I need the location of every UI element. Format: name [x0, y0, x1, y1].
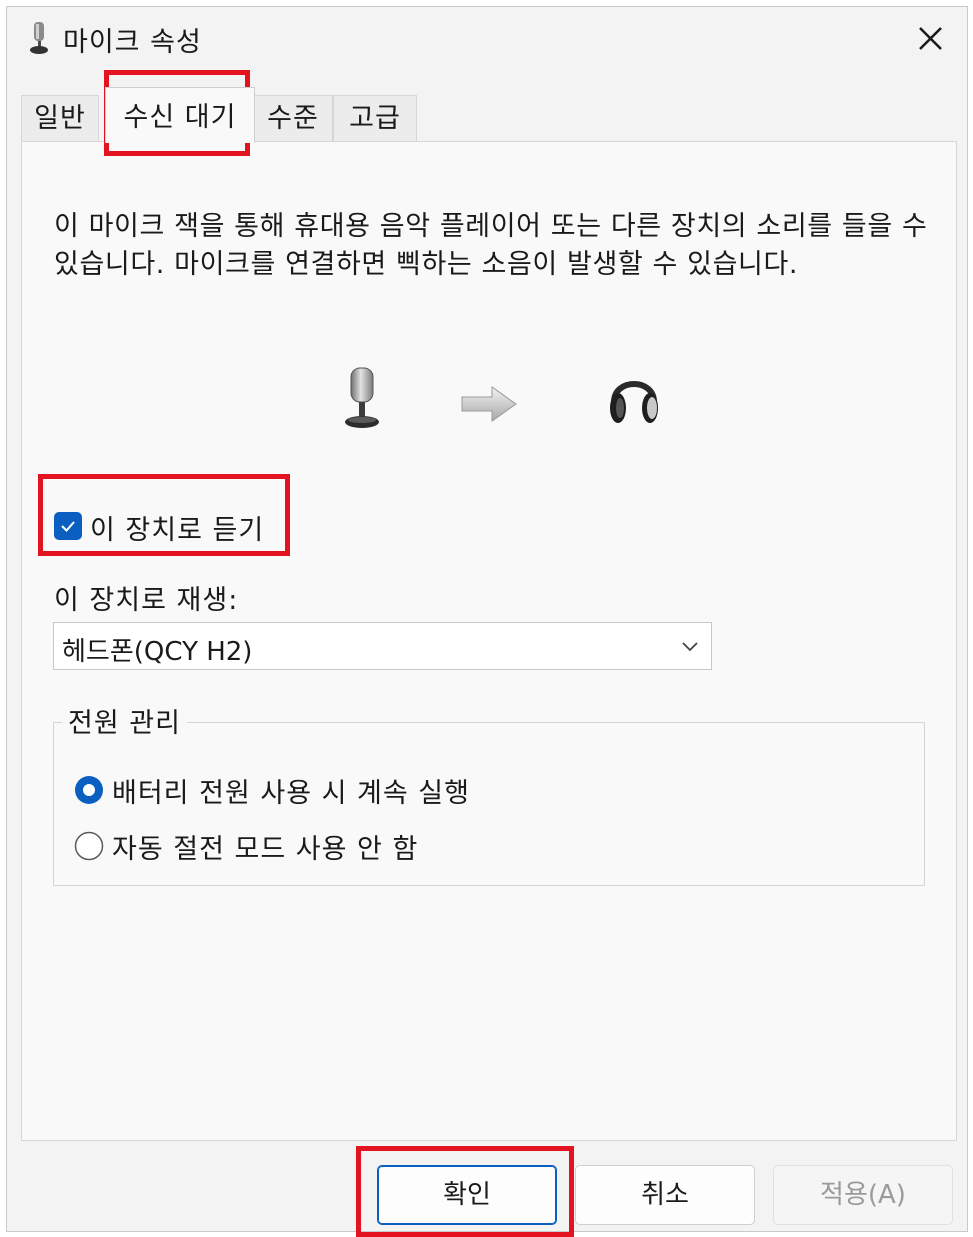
- radio-disable-sleep-label: 자동 절전 모드 사용 안 함: [112, 834, 419, 865]
- radio-unselected-icon[interactable]: [74, 831, 104, 861]
- headphones-icon: [610, 381, 658, 423]
- playback-device-dropdown[interactable]: 헤드폰(QCY H2): [53, 622, 712, 670]
- window-title: 마이크 속성: [63, 27, 202, 58]
- title-bar: 마이크 속성: [7, 7, 967, 69]
- close-icon[interactable]: [907, 17, 953, 61]
- playback-device-value: 헤드폰(QCY H2): [62, 637, 253, 667]
- power-management-title: 전원 관리: [62, 701, 187, 740]
- tab-advanced[interactable]: 고급: [333, 95, 417, 141]
- microphone-icon: [345, 367, 379, 428]
- tab-general[interactable]: 일반: [21, 95, 99, 141]
- tab-levels[interactable]: 수준: [253, 95, 333, 141]
- listen-description: 이 마이크 잭을 통해 휴대용 음악 플레이어 또는 다른 장치의 소리를 들을…: [54, 211, 928, 280]
- power-management-group: 전원 관리 배터리 전원 사용 시 계속 실행 자동 절전 모드 사용 안 함: [53, 701, 925, 886]
- playback-device-label: 이 장치로 재생:: [54, 585, 239, 616]
- arrow-right-icon: [461, 386, 517, 422]
- dialog-window: 마이크 속성 일반 수신 대기 수준 고급 이 마이크 잭을 통해 휴대용 음악…: [6, 6, 968, 1232]
- ok-button[interactable]: 확인: [377, 1165, 557, 1225]
- tab-listen[interactable]: 수신 대기: [105, 87, 255, 143]
- radio-selected-icon[interactable]: [74, 775, 104, 805]
- checkmark-icon[interactable]: [54, 512, 82, 540]
- cancel-button[interactable]: 취소: [575, 1165, 755, 1225]
- apply-button[interactable]: 적용(A): [773, 1165, 953, 1225]
- tab-panel-listen: 이 마이크 잭을 통해 휴대용 음악 플레이어 또는 다른 장치의 소리를 들을…: [21, 141, 957, 1141]
- listen-checkbox-label: 이 장치로 듣기: [90, 515, 265, 546]
- chevron-down-icon[interactable]: [681, 639, 699, 653]
- radio-continue-label: 배터리 전원 사용 시 계속 실행: [112, 778, 470, 809]
- microphone-icon: [30, 22, 48, 54]
